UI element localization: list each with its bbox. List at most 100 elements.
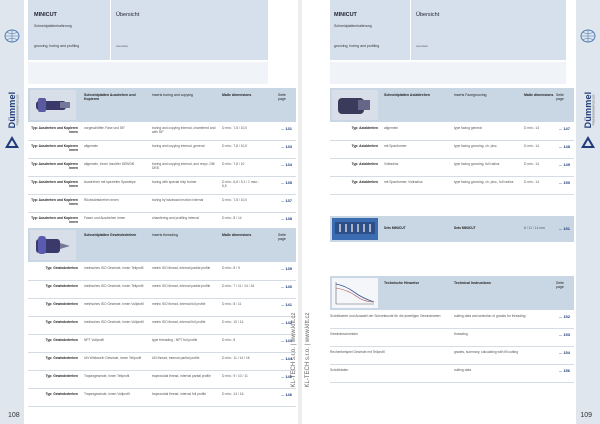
header-subtitle-de: Schneidplattenhalterung <box>34 24 72 28</box>
left-page: Dümmel PRÄZISIONSWERKZEUGE MINICUT Übers… <box>0 0 298 424</box>
row-en: boring and copying internal, and recyc. … <box>152 162 216 170</box>
sets-page-link[interactable]: ... 151 <box>559 226 570 231</box>
website-url[interactable]: KL-TECH s.r.o. | www.kltt.cz <box>291 313 297 388</box>
boring-insert-image <box>30 90 76 120</box>
row-page-link[interactable]: ... 147 <box>559 126 570 131</box>
row-page-link[interactable]: ... 150 <box>559 180 570 185</box>
right-header: MINICUT Übersicht Schneidplattenhalterun… <box>330 0 566 60</box>
row-en: boring and copying internal, chamfered a… <box>152 126 216 134</box>
row-de: mit Spanformer, Vollradius <box>384 180 423 184</box>
col-header-tech-en: Technical Instructions <box>454 281 491 285</box>
header-strip <box>330 62 566 84</box>
row-dim: D min.: 7 / 11 / 14 / 16 <box>222 284 255 288</box>
section-header: Schneidplatten Axialdrehen inserts Faceg… <box>330 88 574 122</box>
table-row: Typ: Axialdrehen mit Spanformer type fac… <box>330 140 574 159</box>
row-dim: D min.: 14 / 16 <box>222 392 244 396</box>
row-de: metrisches ISO Gewinde, innen Vollprofil <box>84 302 144 306</box>
left-sidebar: Dümmel PRÄZISIONSWERKZEUGE <box>0 0 24 424</box>
row-de: Schnittdaten <box>330 368 349 372</box>
row-dim: D min.: 14 <box>524 162 540 166</box>
table-row: Typ: Gewindedrehen metrisches ISO Gewind… <box>28 298 296 317</box>
row-dim: D min.: 8 <box>222 338 236 342</box>
brand-subtitle: PRÄZISIONSWERKZEUGE <box>16 94 20 126</box>
right-page: KL-TECH s.r.o. | www.kltt.cz MINICUT Übe… <box>302 0 600 424</box>
section-header: Schneidplatten Ausdrehen und Kopieren in… <box>28 88 296 122</box>
col-header-insert-de: Schneidplatten Gewindedrehen <box>84 233 137 237</box>
row-de: Ausdrehen mit spezieller Spanleipe <box>84 180 136 184</box>
col-header-page: Seite page <box>556 93 564 102</box>
col-header-page: Seite page <box>556 281 564 290</box>
row-dim: D min.: 8 / 14 <box>222 216 242 220</box>
row-type: Typ: Ausdrehen und Kopieren innen <box>31 198 78 206</box>
row-dim: D min.: 7,8 / 10,0 <box>222 126 248 130</box>
right-sidebar: Dümmel PRÄZISIONSWERKZEUGE <box>576 0 600 424</box>
row-dim: D min.: 10 / 14 <box>222 320 244 324</box>
col-header-insert-en: inserts Facegrooving <box>454 93 487 97</box>
row-de: mit Spanformer <box>384 144 407 148</box>
row-type: Typ: Gewindedrehen <box>45 320 78 324</box>
section-threading: Schneidplatten Gewindedrehen inserts thr… <box>28 228 296 408</box>
row-type: Typ: Ausdrehen und Kopieren innen <box>31 144 78 152</box>
row-de: Vollradius <box>384 162 399 166</box>
header-subtitle-de: Schneidplattenhalterung <box>334 24 372 28</box>
table-row: Typ: Ausdrehen und Kopieren innen allgem… <box>28 140 296 159</box>
row-page-link[interactable]: ... 149 <box>559 162 570 167</box>
header-title: MINICUT <box>34 12 57 18</box>
row-type: Typ: Axialdrehen <box>351 162 378 166</box>
table-row: Rechenbeispiel Gewinde mit Teilprofil gr… <box>330 346 574 365</box>
row-de: Schnittwerte und Auswahl der Schneidsort… <box>330 314 441 318</box>
row-de: vorgeschliffen Fase und 55° <box>84 126 125 130</box>
table-row: Gewindeschneiden threading ... 153 <box>330 328 574 347</box>
row-type: Typ: Gewindedrehen <box>45 302 78 306</box>
row-en: type facing general <box>454 126 482 130</box>
row-page-link[interactable]: ... 152 <box>559 314 570 319</box>
table-row: Typ: Gewindedrehen UN Whitworth Gewinde,… <box>28 352 296 371</box>
row-en: threading <box>454 332 468 336</box>
row-page-link[interactable]: ... 156 <box>559 368 570 373</box>
row-dim: D min.: 9 / 10 / 11 <box>222 374 248 378</box>
row-type: Typ: Gewindedrehen <box>45 338 78 342</box>
col-header-dim: Maße dimensions <box>222 93 252 97</box>
sets-dim: 8 / 11 / 14 mm <box>524 226 545 230</box>
brand-name: Dümmel <box>583 91 593 129</box>
row-en: grades, summary, calculating with fill c… <box>454 350 519 354</box>
row-en: metric ISO thread, internal partial prof… <box>152 284 211 288</box>
row-en: cutting data and selection of grades for… <box>454 314 526 318</box>
brand-subtitle: PRÄZISIONSWERKZEUGE <box>592 94 596 126</box>
row-dim: D min.: 14 <box>524 144 540 148</box>
row-type: Typ: Gewindedrehen <box>45 266 78 270</box>
row-dim: D min.: 6,8 / 9,1 / 1 max.: 6,5 <box>222 180 259 188</box>
row-en: boring and copying internal, general <box>152 144 205 148</box>
header-subtitle-en2: overview <box>416 44 428 48</box>
row-en: metric ISO thread, internal full profile <box>152 320 206 324</box>
row-de: Trapezgewinde, innen Teilprofil <box>84 374 130 378</box>
row-de: allgemein <box>384 126 399 130</box>
row-de: Fasen und Ausdrehen innen <box>84 216 126 220</box>
website-url[interactable]: KL-TECH s.r.o. | www.kltt.cz <box>305 313 311 388</box>
header-subtitle-en: grooving, boring and profiling <box>34 44 80 48</box>
row-page-link[interactable]: ... 148 <box>559 144 570 149</box>
row-page-link[interactable]: ... 154 <box>559 350 570 355</box>
row-de: NPT Vollprofil <box>84 338 104 342</box>
table-row: Typ: Ausdrehen und Kopieren innen Rückwä… <box>28 194 296 213</box>
header-title: MINICUT <box>334 12 357 18</box>
row-page-link[interactable]: ... 153 <box>559 332 570 337</box>
page-number: 108 <box>8 412 20 419</box>
col-header-insert-en: inserts threading <box>152 233 178 237</box>
row-type: Typ: Axialdrehen <box>351 144 378 148</box>
header-divider <box>410 0 411 60</box>
section-header: Schneidplatten Gewindedrehen inserts thr… <box>28 228 296 262</box>
row-en: UN thread, internal partial profile <box>152 356 200 360</box>
row-type: Typ: Ausdrehen und Kopieren innen <box>31 126 78 134</box>
section-sets: Sets MINICUT Sets MINICUT 8 / 11 / 14 mm… <box>330 216 574 242</box>
table-row: Typ: Ausdrehen und Kopieren innen allgem… <box>28 158 296 177</box>
row-type: Typ: Ausdrehen und Kopieren innen <box>31 180 78 188</box>
row-en: type facing grooving, ch. plsc. <box>454 144 498 148</box>
row-dim: D min.: 7,8 / 10,0 <box>222 198 248 202</box>
header-section: Übersicht <box>416 12 440 18</box>
row-en: chamfering and profiling internal <box>152 216 199 220</box>
col-header-dim: Maße dimensions <box>222 233 252 237</box>
row-type: Typ: Ausdrehen und Kopieren innen <box>31 216 78 224</box>
brand-name: Dümmel <box>7 91 17 129</box>
header-divider <box>110 0 111 60</box>
